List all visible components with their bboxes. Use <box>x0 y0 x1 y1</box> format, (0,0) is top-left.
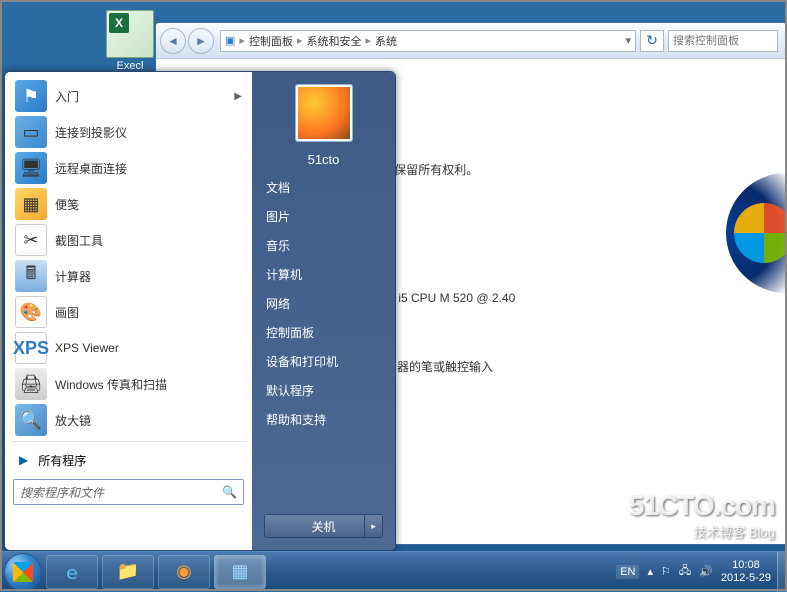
taskbar-ie[interactable]: ｅ <box>46 555 98 589</box>
scissors-icon: ✂ <box>15 224 47 256</box>
control-panel-icon: ▦ <box>231 561 248 582</box>
sm-item-calculator[interactable]: 🖩计算器 <box>11 258 246 294</box>
user-picture[interactable] <box>295 84 353 142</box>
sm-right-computer[interactable]: 计算机 <box>256 260 391 289</box>
chevron-right-icon: ▶ <box>19 453 28 467</box>
all-programs-button[interactable]: ▶所有程序 <box>11 445 246 475</box>
sm-right-devices[interactable]: 设备和打印机 <box>256 347 391 376</box>
start-button[interactable] <box>4 553 42 591</box>
sm-item-getting-started[interactable]: ⚑入门▶ <box>11 78 246 114</box>
start-menu-right: 51cto 文档 图片 音乐 计算机 网络 控制面板 设备和打印机 默认程序 帮… <box>252 72 395 550</box>
sm-right-music[interactable]: 音乐 <box>256 231 391 260</box>
network-icon[interactable]: 🖧 <box>679 562 691 581</box>
explorer-toolbar: ◄ ► ▣▸ 控制面板▸ 系统和安全▸ 系统 ▾ ↻ <box>156 23 786 59</box>
shutdown-button[interactable]: 关机▸ <box>264 514 383 538</box>
watermark: 51CTO.com 技术博客 Blog <box>629 490 775 541</box>
user-name[interactable]: 51cto <box>256 152 391 167</box>
system-tray: EN ▴ ⚐ 🖧 🔊 10:08 2012-5-29 <box>616 559 777 583</box>
sm-item-sticky-notes[interactable]: ▦便笺 <box>11 186 246 222</box>
sm-item-xps[interactable]: XPSXPS Viewer <box>11 330 246 366</box>
sm-item-snipping[interactable]: ✂截图工具 <box>11 222 246 258</box>
sm-item-projector[interactable]: ▭连接到投影仪 <box>11 114 246 150</box>
ie-icon: ｅ <box>63 559 81 585</box>
getting-started-icon: ⚑ <box>15 80 47 112</box>
sm-right-help[interactable]: 帮助和支持 <box>256 405 391 434</box>
sm-right-control-panel[interactable]: 控制面板 <box>256 318 391 347</box>
fax-icon: 🖨 <box>15 368 47 400</box>
start-search-input[interactable]: 搜索程序和文件🔍 <box>13 479 244 505</box>
folder-icon: 📁 <box>117 561 139 582</box>
refresh-button[interactable]: ↻ <box>640 30 664 52</box>
shutdown-options-button[interactable]: ▸ <box>364 515 382 537</box>
search-icon: 🔍 <box>222 485 237 499</box>
show-desktop-button[interactable] <box>777 552 787 592</box>
back-button[interactable]: ◄ <box>160 28 186 54</box>
clock[interactable]: 10:08 2012-5-29 <box>721 559 771 583</box>
desktop-icon-excel[interactable]: X Execl <box>100 10 160 72</box>
tray-up-icon[interactable]: ▴ <box>647 565 653 578</box>
paint-icon: 🎨 <box>15 296 47 328</box>
taskbar-control-panel[interactable]: ▦ <box>214 555 266 589</box>
magnifier-icon: 🔍 <box>15 404 47 436</box>
sm-item-rdp[interactable]: 🖥远程桌面连接 <box>11 150 246 186</box>
excel-icon: X <box>106 10 154 58</box>
sticky-notes-icon: ▦ <box>15 188 47 220</box>
sm-item-magnifier[interactable]: 🔍放大镜 <box>11 402 246 438</box>
breadcrumb[interactable]: ▣▸ 控制面板▸ 系统和安全▸ 系统 ▾ <box>220 30 636 52</box>
xps-icon: XPS <box>15 332 47 364</box>
language-indicator[interactable]: EN <box>616 565 639 579</box>
start-menu: ⚑入门▶ ▭连接到投影仪 🖥远程桌面连接 ▦便笺 ✂截图工具 🖩计算器 🎨画图 … <box>4 71 396 551</box>
projector-icon: ▭ <box>15 116 47 148</box>
taskbar-explorer[interactable]: 📁 <box>102 555 154 589</box>
divider <box>11 441 246 442</box>
calculator-icon: 🖩 <box>15 260 47 292</box>
sm-item-paint[interactable]: 🎨画图 <box>11 294 246 330</box>
media-player-icon: ◉ <box>176 561 192 582</box>
sm-item-fax[interactable]: 🖨Windows 传真和扫描 <box>11 366 246 402</box>
sm-right-pictures[interactable]: 图片 <box>256 202 391 231</box>
taskbar-media-player[interactable]: ◉ <box>158 555 210 589</box>
sm-right-documents[interactable]: 文档 <box>256 173 391 202</box>
forward-button[interactable]: ► <box>188 28 214 54</box>
sm-right-network[interactable]: 网络 <box>256 289 391 318</box>
volume-icon[interactable]: 🔊 <box>699 565 713 578</box>
action-center-icon[interactable]: ⚐ <box>661 565 671 578</box>
rdp-icon: 🖥 <box>15 152 47 184</box>
taskbar: ｅ 📁 ◉ ▦ EN ▴ ⚐ 🖧 🔊 10:08 2012-5-29 <box>0 551 787 591</box>
search-input[interactable] <box>668 30 778 52</box>
chevron-right-icon: ▶ <box>234 91 242 102</box>
sm-right-default-programs[interactable]: 默认程序 <box>256 376 391 405</box>
start-menu-left: ⚑入门▶ ▭连接到投影仪 🖥远程桌面连接 ▦便笺 ✂截图工具 🖩计算器 🎨画图 … <box>5 72 252 550</box>
